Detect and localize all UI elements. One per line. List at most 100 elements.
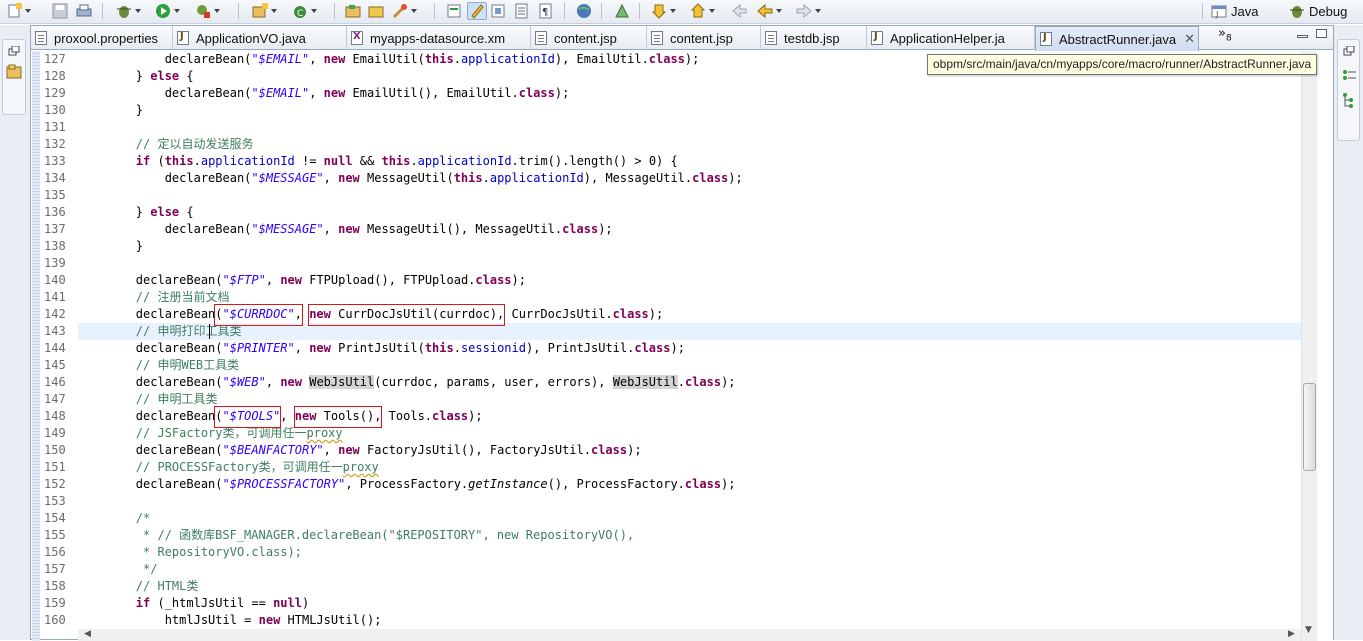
- close-tab-icon[interactable]: ✕: [1184, 32, 1195, 47]
- tab-label: AbstractRunner.java: [1059, 31, 1177, 47]
- toggle-breadcrumb-icon[interactable]: [446, 2, 462, 20]
- new-java-project-icon[interactable]: [252, 2, 277, 20]
- scroll-left-arrow-icon[interactable]: ◀: [84, 629, 91, 639]
- code-line[interactable]: // 申明WEB工具类: [78, 357, 239, 374]
- overview-ruler[interactable]: [1317, 51, 1333, 641]
- file-path-tooltip: obpm/src/main/java/cn/myapps/core/macro/…: [927, 54, 1318, 75]
- new-icon[interactable]: [6, 2, 31, 20]
- tab-content-jsp-2[interactable]: content.jsp: [647, 26, 761, 50]
- open-task-icon[interactable]: [368, 2, 384, 20]
- run-icon[interactable]: [155, 2, 180, 20]
- code-line[interactable]: declareBean("$PRINTER", new PrintJsUtil(…: [78, 340, 685, 357]
- next-annotation-icon[interactable]: [651, 2, 676, 20]
- back-icon[interactable]: [757, 2, 782, 20]
- tab-testdb-jsp[interactable]: testdb.jsp: [761, 26, 867, 50]
- perspective-debug[interactable]: Debug: [1289, 1, 1347, 21]
- tab-myapps-datasource-xml[interactable]: myapps-datasource.xm: [347, 26, 531, 50]
- code-line[interactable]: // PROCESSFactory类，可调用任一proxy: [78, 459, 379, 476]
- tab-label: ApplicationVO.java: [196, 30, 306, 46]
- line-number: 145: [44, 358, 66, 372]
- toggle-block-selection-icon[interactable]: [490, 2, 506, 20]
- line-number: 156: [44, 545, 66, 559]
- line-number: 147: [44, 392, 66, 406]
- java-file-icon: [871, 31, 883, 45]
- restore-icon[interactable]: [1343, 46, 1355, 56]
- line-number: 154: [44, 511, 66, 525]
- line-number: 130: [44, 103, 66, 117]
- tab-overflow-button[interactable]: »8: [1218, 26, 1232, 50]
- package-explorer-icon[interactable]: [6, 64, 22, 80]
- line-number: 127: [44, 52, 66, 66]
- svg-text:C: C: [297, 9, 303, 19]
- java-perspective-icon: J: [1211, 5, 1227, 19]
- code-line[interactable]: // 申明工具类: [78, 391, 218, 408]
- code-line[interactable]: * // 函数库BSF_MANAGER.declareBean("$REPOSI…: [78, 527, 634, 544]
- code-line[interactable]: declareBean("$BEANFACTORY", new FactoryJ…: [78, 442, 642, 459]
- save-icon[interactable]: [52, 2, 68, 20]
- web-browser-icon[interactable]: [576, 2, 592, 20]
- code-line[interactable]: htmlJsUtil = new HTMLJsUtil();: [78, 612, 382, 629]
- scroll-down-arrow-icon[interactable]: ▼: [1305, 625, 1312, 635]
- tab-content-jsp[interactable]: content.jsp: [531, 26, 647, 50]
- code-line[interactable]: declareBean("$PROCESSFACTORY", ProcessFa…: [78, 476, 736, 493]
- open-type-icon[interactable]: [345, 2, 361, 20]
- perspective-java[interactable]: J Java: [1211, 1, 1258, 21]
- tab-applicationvo-java[interactable]: ApplicationVO.java: [173, 26, 347, 50]
- tab-label: myapps-datasource.xm: [370, 30, 506, 46]
- code-line[interactable]: // 注册当前文档: [78, 289, 230, 306]
- java-tools-icon[interactable]: [614, 2, 630, 20]
- line-number: 128: [44, 69, 66, 83]
- scroll-right-arrow-icon[interactable]: ▶: [1288, 629, 1295, 639]
- code-line[interactable]: if (_htmlJsUtil == null): [78, 595, 309, 612]
- code-line[interactable]: // 定以自动发送服务: [78, 136, 254, 153]
- code-line[interactable]: }: [78, 238, 143, 255]
- minimize-icon[interactable]: [1297, 35, 1308, 38]
- hierarchy-icon[interactable]: [1341, 92, 1357, 108]
- line-number: 159: [44, 596, 66, 610]
- code-line[interactable]: } else {: [78, 68, 194, 85]
- external-tools-icon[interactable]: [195, 2, 220, 20]
- debug-icon[interactable]: [116, 2, 141, 20]
- vertical-scroll-thumb[interactable]: [1303, 383, 1316, 471]
- line-number: 139: [44, 256, 66, 270]
- code-line[interactable]: */: [78, 561, 157, 578]
- code-area[interactable]: declareBean("$EMAIL", new EmailUtil(this…: [78, 51, 1301, 629]
- svg-text:J: J: [1215, 10, 1218, 19]
- horizontal-scrollbar[interactable]: ◀ ▶: [78, 629, 1301, 641]
- restore-icon[interactable]: [8, 46, 20, 56]
- paragraph-icon[interactable]: ¶: [538, 2, 554, 20]
- tab-applicationhelper-java[interactable]: ApplicationHelper.ja: [867, 26, 1035, 50]
- perspective-java-label: Java: [1231, 3, 1259, 19]
- code-line[interactable]: // HTML类: [78, 578, 199, 595]
- mark-occurrences-icon[interactable]: [467, 2, 487, 20]
- code-line[interactable]: declareBean("$MESSAGE", new MessageUtil(…: [78, 221, 613, 238]
- line-number: 148: [44, 409, 66, 423]
- tab-abstractrunner-java[interactable]: AbstractRunner.java ✕: [1035, 26, 1199, 51]
- perspective-debug-label: Debug: [1309, 3, 1348, 19]
- previous-annotation-icon[interactable]: [690, 2, 715, 20]
- code-line[interactable]: declareBean("$EMAIL", new EmailUtil(), E…: [78, 85, 570, 102]
- forward-icon[interactable]: [796, 2, 821, 20]
- annotation-box: [308, 304, 506, 326]
- code-line[interactable]: declareBean("$EMAIL", new EmailUtil(this…: [78, 51, 700, 68]
- debug-perspective-icon: [1290, 6, 1304, 18]
- code-line[interactable]: } else {: [78, 204, 194, 221]
- vertical-scrollbar[interactable]: ▲ ▼: [1301, 51, 1317, 641]
- show-whitespace-icon[interactable]: [514, 2, 530, 20]
- code-line[interactable]: /*: [78, 510, 150, 527]
- last-edit-location-icon[interactable]: [731, 2, 747, 20]
- code-line[interactable]: }: [78, 102, 143, 119]
- annotation-box: [214, 304, 303, 326]
- code-line[interactable]: if (this.applicationId != null && this.a…: [78, 153, 678, 170]
- code-line[interactable]: declareBean("$MESSAGE", new MessageUtil(…: [78, 170, 743, 187]
- search-icon[interactable]: [392, 2, 417, 20]
- code-line[interactable]: declareBean("$FTP", new FTPUpload(), FTP…: [78, 272, 526, 289]
- code-line[interactable]: declareBean("$WEB", new WebJsUtil(currdo…: [78, 374, 736, 391]
- code-line[interactable]: * RepositoryVO.class);: [78, 544, 302, 561]
- tab-proxool-properties[interactable]: proxool.properties: [31, 26, 173, 50]
- maximize-icon[interactable]: [1316, 29, 1327, 38]
- print-icon[interactable]: [76, 2, 92, 20]
- outline-icon[interactable]: [1341, 68, 1357, 84]
- minimized-outline-stack: [1337, 39, 1360, 141]
- new-class-icon[interactable]: C: [292, 2, 317, 20]
